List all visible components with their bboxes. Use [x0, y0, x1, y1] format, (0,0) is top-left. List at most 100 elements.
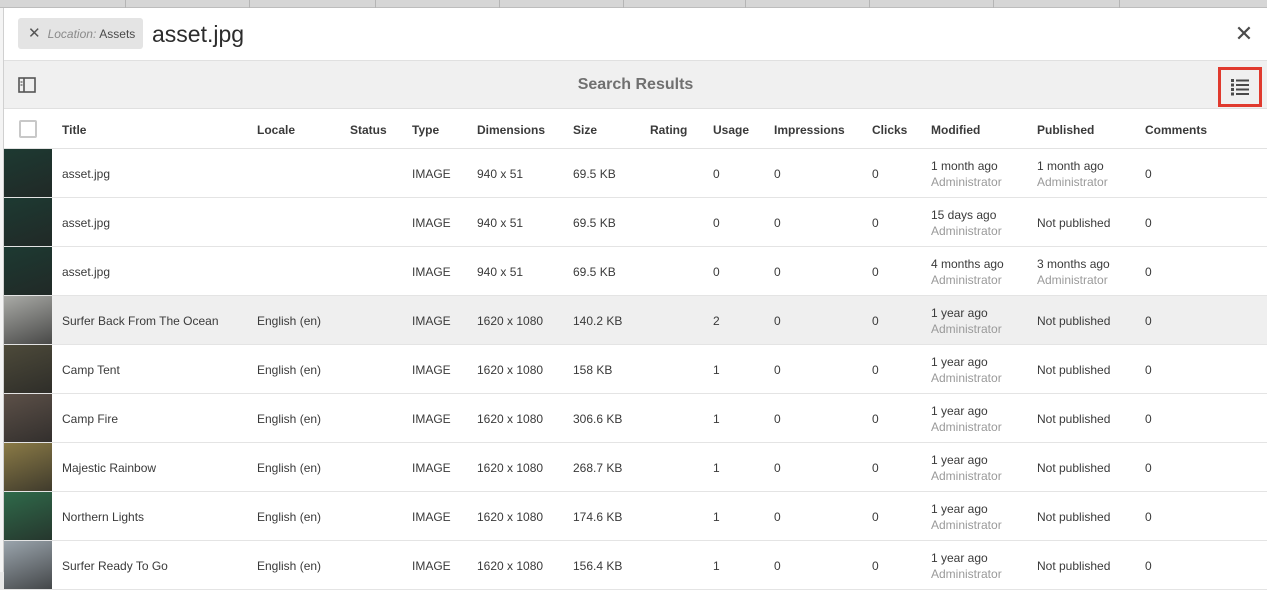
col-impressions[interactable]: Impressions: [774, 123, 845, 137]
remove-tag-icon[interactable]: ✕: [28, 26, 41, 41]
close-icon[interactable]: ✕: [1233, 23, 1255, 45]
cell-clicks: 0: [872, 265, 879, 279]
table-row[interactable]: asset.jpg IMAGE 940 x 51 69.5 KB 0 0 0 0 4 month…: [4, 247, 1267, 296]
table-row[interactable]: asset.jpg IMAGE 940 x 51 69.5 KB 0 0 0 0 1 month…: [4, 149, 1267, 198]
list-view-button[interactable]: [1218, 67, 1262, 107]
search-dialog: ✕ Location: Assets asset.jpg ✕ Search Re…: [4, 8, 1267, 590]
cell-modified-value: 4 months ago: [931, 257, 1004, 271]
cell-clicks: 0: [872, 461, 879, 475]
cell-comments: 0: [1145, 510, 1152, 524]
cell-comments: 0: [1145, 314, 1152, 328]
col-status[interactable]: Status: [350, 123, 387, 137]
cell-type: IMAGE: [412, 314, 451, 328]
cell-published-value: 1 month ago: [1037, 159, 1104, 173]
cell-modified-value: 1 month ago: [931, 159, 998, 173]
col-comments[interactable]: Comments: [1145, 123, 1207, 137]
cell-dimensions: 940 x 51: [477, 216, 524, 230]
cell-clicks: 0: [872, 412, 879, 426]
cell-type: IMAGE: [412, 559, 451, 573]
col-published[interactable]: Published: [1037, 123, 1094, 137]
cell-comments: 0: [1145, 412, 1152, 426]
cell-impressions: 0: [774, 314, 781, 328]
asset-thumbnail[interactable]: [4, 492, 52, 540]
cell-title: Camp Fire: [62, 412, 119, 426]
cell-dimensions: 1620 x 1080: [477, 314, 544, 328]
cell-modified-value: 1 year ago: [931, 551, 988, 565]
cell-modified: 1 month ago Administrator: [931, 158, 1002, 190]
table-row[interactable]: Camp Fire English (en) IMAGE 1620 x 1080 306…: [4, 394, 1267, 443]
cell-published: Not published: [1037, 412, 1110, 426]
cell-clicks: 0: [872, 314, 879, 328]
cell-usage: 0: [713, 265, 720, 279]
asset-thumbnail[interactable]: [4, 394, 52, 442]
col-modified[interactable]: Modified: [931, 123, 980, 137]
cell-published-value: Not published: [1037, 510, 1111, 524]
col-dimensions[interactable]: Dimensions: [477, 123, 545, 137]
background-tab-strip: [0, 0, 1267, 8]
asset-thumbnail[interactable]: [4, 541, 52, 589]
table-row[interactable]: Surfer Ready To Go English (en) IMAGE 1620 …: [4, 541, 1267, 590]
cell-locale: English (en): [257, 314, 322, 328]
table-row[interactable]: Majestic Rainbow English (en) IMAGE 1620 x …: [4, 443, 1267, 492]
cell-published-value: Not published: [1037, 559, 1111, 573]
cell-published: Not published: [1037, 216, 1110, 230]
cell-impressions: 0: [774, 363, 781, 377]
cell-impressions: 0: [774, 510, 781, 524]
cell-usage: 0: [713, 167, 720, 181]
col-title[interactable]: Title: [62, 123, 86, 137]
asset-thumbnail[interactable]: [4, 296, 52, 344]
col-type[interactable]: Type: [412, 123, 439, 137]
cell-locale: English (en): [257, 559, 322, 573]
asset-thumbnail[interactable]: [4, 198, 52, 246]
select-all-checkbox[interactable]: [19, 120, 37, 138]
cell-locale: English (en): [257, 363, 322, 377]
col-usage[interactable]: Usage: [713, 123, 749, 137]
cell-size: 69.5 KB: [573, 216, 616, 230]
cell-modified: 1 year ago Administrator: [931, 452, 1002, 484]
table-row[interactable]: Camp Tent English (en) IMAGE 1620 x 1080 158…: [4, 345, 1267, 394]
col-clicks[interactable]: Clicks: [872, 123, 907, 137]
col-size[interactable]: Size: [573, 123, 597, 137]
location-filter-tag[interactable]: ✕ Location: Assets: [18, 18, 143, 49]
cell-modified-by: Administrator: [931, 175, 1002, 189]
asset-thumbnail[interactable]: [4, 443, 52, 491]
cell-dimensions: 1620 x 1080: [477, 559, 544, 573]
cell-size: 69.5 KB: [573, 167, 616, 181]
cell-clicks: 0: [872, 559, 879, 573]
cell-title: asset.jpg: [62, 265, 111, 279]
cell-comments: 0: [1145, 559, 1152, 573]
col-locale[interactable]: Locale: [257, 123, 295, 137]
cell-type: IMAGE: [412, 167, 451, 181]
cell-published-value: Not published: [1037, 216, 1111, 230]
cell-modified: 1 year ago Administrator: [931, 305, 1002, 337]
asset-thumbnail[interactable]: [4, 149, 52, 197]
cell-comments: 0: [1145, 265, 1152, 279]
cell-type: IMAGE: [412, 363, 451, 377]
col-rating[interactable]: Rating: [650, 123, 687, 137]
cell-comments: 0: [1145, 167, 1152, 181]
table-row[interactable]: Northern Lights English (en) IMAGE 1620 x 1…: [4, 492, 1267, 541]
cell-size: 174.6 KB: [573, 510, 623, 524]
cell-dimensions: 1620 x 1080: [477, 461, 544, 475]
cell-title: Surfer Ready To Go: [62, 559, 168, 573]
table-row[interactable]: Surfer Back From The Ocean English (en) IM…: [4, 296, 1267, 345]
cell-modified: 1 year ago Administrator: [931, 550, 1002, 582]
cell-modified-value: 1 year ago: [931, 306, 988, 320]
cell-published: Not published: [1037, 363, 1110, 377]
list-view-icon: [1231, 79, 1249, 96]
cell-impressions: 0: [774, 265, 781, 279]
cell-title: Camp Tent: [62, 363, 120, 377]
cell-usage: 1: [713, 412, 720, 426]
cell-title: Northern Lights: [62, 510, 145, 524]
asset-thumbnail[interactable]: [4, 247, 52, 295]
dialog-header: ✕ Location: Assets asset.jpg ✕: [4, 8, 1267, 60]
cell-impressions: 0: [774, 216, 781, 230]
filter-value: Assets: [99, 26, 136, 41]
cell-published: Not published: [1037, 559, 1110, 573]
table-row[interactable]: asset.jpg IMAGE 940 x 51 69.5 KB 0 0 0 0 15 days…: [4, 198, 1267, 247]
cell-title: asset.jpg: [62, 167, 111, 181]
cell-locale: English (en): [257, 412, 322, 426]
filter-key: Location:: [47, 26, 97, 41]
cell-published: Not published: [1037, 314, 1110, 328]
asset-thumbnail[interactable]: [4, 345, 52, 393]
